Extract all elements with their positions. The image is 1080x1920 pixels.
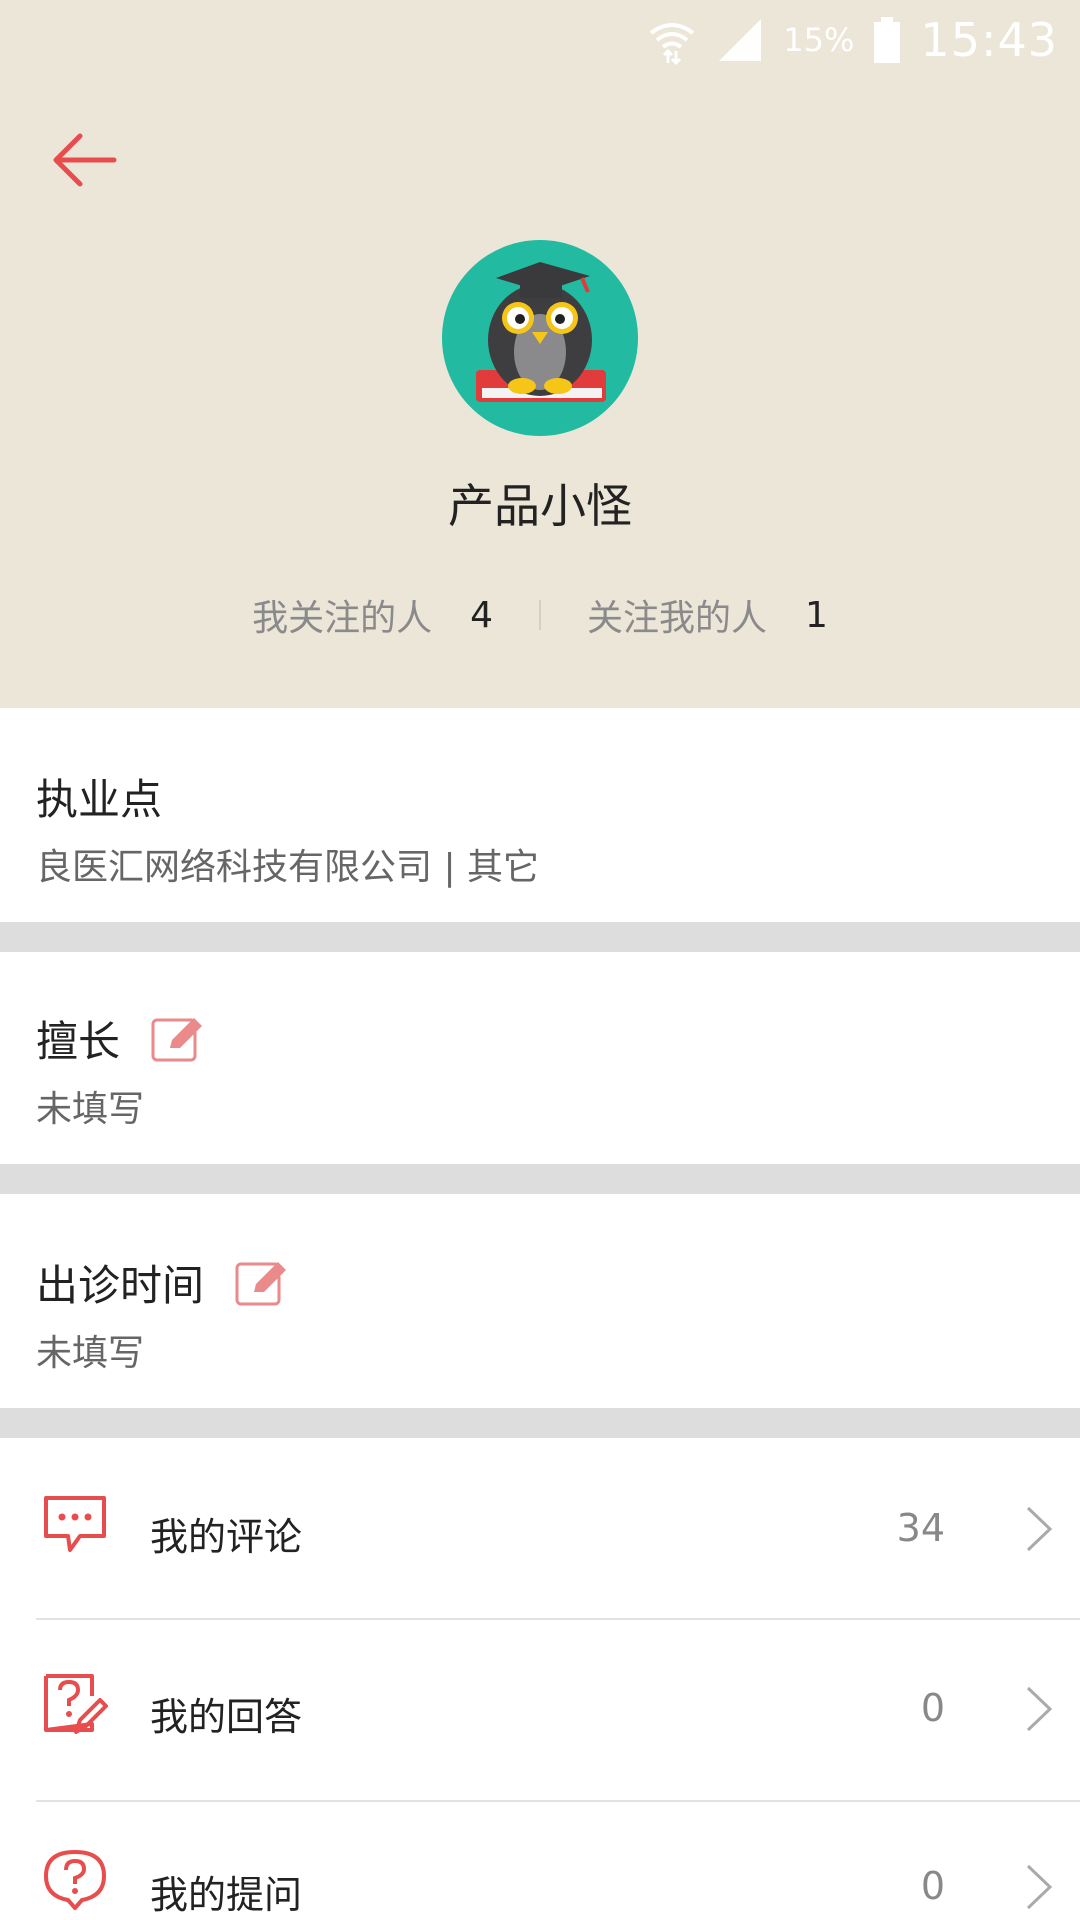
menu-list: 我的评论 34 我的回答 0 我的提问 0: [0, 1438, 1080, 1920]
following-count: 4: [470, 594, 493, 636]
section-gap: [0, 922, 1080, 952]
follow-divider: [539, 600, 541, 630]
specialty-header: 擅长: [36, 1008, 204, 1069]
section-gap: [0, 1408, 1080, 1438]
followers-count: 1: [805, 594, 828, 636]
practice-title: 执业点: [36, 775, 163, 824]
battery-percent: 15%: [783, 21, 855, 59]
list-item-count: 0: [920, 1864, 945, 1908]
list-item-count: 34: [896, 1506, 945, 1550]
edit-icon[interactable]: [234, 1258, 288, 1308]
chevron-right-icon: [1026, 1506, 1053, 1552]
clinic-time-title: 出诊时间: [36, 1261, 205, 1310]
list-item-comments[interactable]: 我的评论 34: [0, 1438, 1080, 1618]
practice-value: 良医汇网络科技有限公司 | 其它: [36, 847, 540, 888]
followers-label: 关注我的人: [587, 598, 768, 639]
comment-icon: [44, 1496, 106, 1552]
practice-section: 执业点 良医汇网络科技有限公司 | 其它: [0, 708, 1080, 922]
status-time: 15:43: [920, 13, 1058, 67]
specialty-section: 擅长 未填写: [0, 952, 1080, 1164]
owl-avatar-icon: [476, 262, 606, 402]
follow-stats: 我关注的人 4 关注我的人 1: [0, 590, 1080, 640]
list-item-label: 我的提问: [150, 1873, 303, 1917]
section-gap: [0, 1164, 1080, 1194]
specialty-title: 擅长: [36, 1017, 121, 1066]
avatar[interactable]: [442, 240, 638, 436]
list-item-questions[interactable]: 我的提问 0: [0, 1802, 1080, 1920]
signal-icon: [719, 19, 762, 61]
profile-screen: 15% 15:43 产品小怪 我关注的人 4 关注我的人 1 执业点 良医汇网络…: [0, 0, 1080, 1920]
clinic-time-header: 出诊时间: [36, 1252, 288, 1313]
following-stat[interactable]: 我关注的人 4: [252, 589, 493, 641]
list-item-label: 我的回答: [150, 1695, 303, 1739]
username: 产品小怪: [448, 479, 632, 533]
status-bar: 15% 15:43: [647, 10, 1058, 70]
answer-icon: [44, 1674, 108, 1734]
list-item-count: 0: [920, 1686, 945, 1730]
edit-icon[interactable]: [150, 1014, 204, 1064]
following-label: 我关注的人: [252, 598, 433, 639]
battery-icon: [874, 17, 901, 63]
profile-header: 15% 15:43 产品小怪 我关注的人 4 关注我的人 1: [0, 0, 1080, 708]
question-icon: [44, 1850, 106, 1910]
followers-stat[interactable]: 关注我的人 1: [587, 589, 828, 641]
clinic-time-section: 出诊时间 未填写: [0, 1194, 1080, 1408]
chevron-right-icon: [1026, 1686, 1053, 1732]
list-item-answers[interactable]: 我的回答 0: [0, 1620, 1080, 1800]
specialty-value: 未填写: [36, 1089, 145, 1130]
list-item-label: 我的评论: [150, 1515, 303, 1559]
chevron-right-icon: [1026, 1864, 1053, 1910]
clinic-time-value: 未填写: [36, 1333, 145, 1374]
back-arrow-icon[interactable]: [48, 128, 120, 192]
wifi-icon: [650, 23, 695, 65]
